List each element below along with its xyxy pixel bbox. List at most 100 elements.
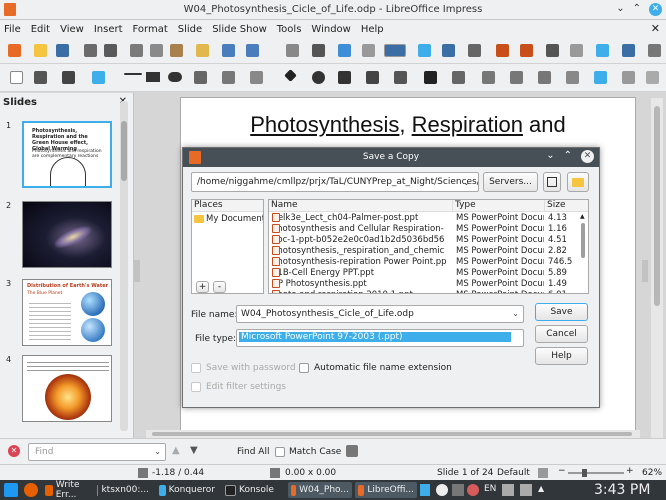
flowchart-icon[interactable] [366,71,379,84]
file-row[interactable]: Belk3e_Lect_ch04-Palmer-post.ppt MS Power… [269,213,581,224]
task-w04-pho[interactable]: W04_Pho... [288,482,352,498]
scrollbar-thumb[interactable] [581,223,585,258]
ellipse-icon[interactable] [168,72,182,82]
task-konqueror[interactable]: Konqueror [156,482,218,498]
maximize-icon[interactable]: ⌃ [633,3,641,16]
copy-icon[interactable] [150,44,163,57]
master-slide-icon[interactable] [418,44,431,57]
file-name-field[interactable]: W04_Photosynthesis_Cicle_of_Life.odp ⌄ [236,305,524,323]
callouts-icon[interactable] [394,71,407,84]
menu-edit[interactable]: Edit [31,24,50,35]
zoom-slider-handle[interactable] [582,469,587,477]
slide-heading[interactable]: Photosynthesis, Respiration and [181,112,635,138]
zoom-in-icon[interactable]: + [626,466,634,476]
open-folder-icon[interactable] [567,172,589,192]
clipboard-icon[interactable] [420,484,430,496]
help-button[interactable]: Help [535,347,588,365]
menu-view[interactable]: View [60,24,84,35]
fill-color-icon[interactable] [92,71,105,84]
auto-extension-checkbox[interactable]: Automatic file name extension [299,363,452,373]
new-folder-icon[interactable] [543,172,561,192]
crop-icon[interactable] [622,71,635,84]
chevron-down-icon[interactable]: ⌄ [512,333,519,342]
scrollbar-thumb[interactable] [121,121,127,181]
match-case-checkbox[interactable] [275,447,285,457]
chevron-down-icon[interactable]: ⌄ [463,178,470,187]
basic-shapes-icon[interactable] [284,69,297,82]
distribute-icon[interactable] [566,71,579,84]
arrow-icon[interactable] [194,71,207,84]
open-icon[interactable] [34,44,47,57]
scroll-up-icon[interactable]: ▲ [580,213,585,220]
close-window-icon[interactable]: ✕ [649,3,662,16]
save-with-password-checkbox[interactable]: Save with password [191,363,296,373]
save-button[interactable]: Save [535,303,588,321]
close-document-icon[interactable]: ✕ [651,22,660,35]
power-icon[interactable] [467,484,479,496]
slide-layout-icon[interactable] [468,44,481,57]
network-icon[interactable] [436,484,448,496]
edit-filter-checkbox[interactable]: Edit filter settings [191,382,286,392]
current-folder-path[interactable]: /home/niggahme/cmllpz/prjx/TaL/CUNYPrep_… [191,172,479,192]
arrange-icon[interactable] [538,71,551,84]
stars-icon[interactable] [424,71,437,84]
spelling-icon[interactable] [286,44,299,57]
wifi-icon[interactable] [520,484,532,496]
text-box-icon[interactable] [546,44,559,57]
column-size[interactable]: Size [545,200,588,212]
add-place-button[interactable]: + [196,281,209,293]
rotate-icon[interactable] [482,71,495,84]
clock[interactable]: 3:43 PM [594,482,650,498]
filter-icon[interactable] [646,71,659,84]
find-all-button[interactable]: Find All [237,447,269,457]
export-pdf-icon[interactable] [84,44,97,57]
zoom-icon[interactable] [34,71,47,84]
fontwork-icon[interactable] [570,44,583,57]
sidebar-collapse-handle[interactable] [642,260,648,282]
remove-place-button[interactable]: - [213,281,226,293]
menu-help[interactable]: Help [361,24,384,35]
paste-icon[interactable] [170,44,183,57]
video-icon[interactable] [622,44,635,57]
panel-collapse-handle[interactable] [134,260,140,282]
slide-thumbnail-1[interactable]: Photosynthesis, Respiration and the Gree… [22,121,112,188]
firefox-icon[interactable] [24,483,38,497]
updates-icon[interactable] [452,484,464,496]
task-konsole[interactable]: Konsole [222,482,278,498]
chevron-down-icon[interactable]: ⌄ [154,447,161,456]
line-color-icon[interactable] [62,71,75,84]
keyboard-layout[interactable]: EN [484,484,496,494]
duplicate-slide-icon[interactable] [520,44,533,57]
file-row[interactable]: photosynthesis,_respiration_and_chemic MS… [269,246,581,257]
column-type[interactable]: Type [453,200,545,212]
app-launcher-icon[interactable] [4,483,18,497]
horizontal-scrollbar[interactable] [146,430,640,438]
cancel-button[interactable]: Cancel [535,325,588,343]
symbol-shapes-icon[interactable] [312,71,325,84]
place-my-documents[interactable]: My Documents [192,212,263,226]
image-icon[interactable] [338,44,351,57]
zoom-slider[interactable] [568,472,624,474]
file-row[interactable]: photo and respiration 2010 1.ppt MS Power… [269,290,581,293]
file-row[interactable]: doc-1-ppt-b052e2e0c0ad1b2d5036bd56 MS Pow… [269,235,581,246]
rectangle-icon[interactable] [146,72,160,82]
print-icon[interactable] [104,44,117,57]
file-row[interactable]: AP Photosynthesis.ppt MS PowerPoint Docur… [269,279,581,290]
block-arrows-icon[interactable] [338,71,351,84]
grid-icon[interactable] [362,44,375,57]
select-icon[interactable] [10,71,23,84]
align-icon[interactable] [510,71,523,84]
clone-formatting-icon[interactable] [196,44,209,57]
chart-icon[interactable] [596,44,609,57]
find-next-icon[interactable]: ▼ [190,445,198,456]
menu-slide-show[interactable]: Slide Show [212,24,267,35]
start-slideshow-icon[interactable] [442,44,455,57]
file-row[interactable]: 01B-Cell Energy PPT.ppt MS PowerPoint Doc… [269,268,581,279]
task-write-err[interactable]: Write Err... [42,480,92,500]
special-character-icon[interactable] [648,44,661,57]
minimize-icon[interactable]: ⌄ [546,150,554,163]
menu-window[interactable]: Window [311,24,350,35]
slide-thumbnail-2[interactable] [22,201,112,268]
connector-icon[interactable] [250,71,263,84]
find-previous-icon[interactable]: ▲ [172,445,180,456]
